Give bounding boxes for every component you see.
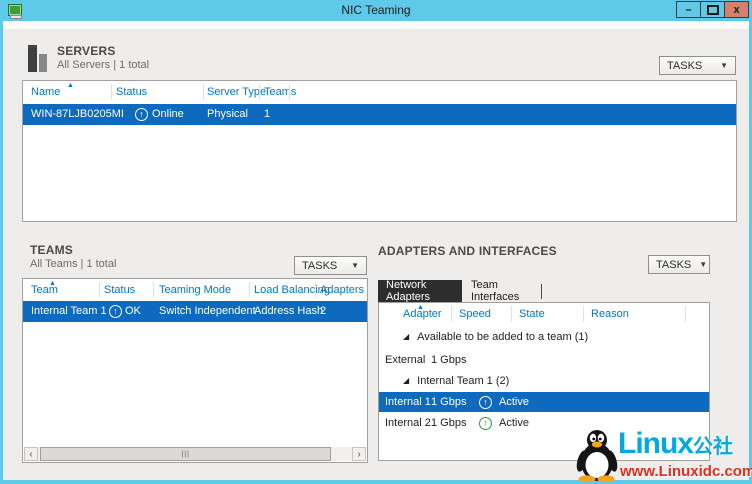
adapter-state: Active: [499, 417, 529, 429]
maximize-button[interactable]: [700, 1, 725, 18]
tab-network-adapters[interactable]: Network Adapters: [378, 279, 462, 303]
servers-col-name[interactable]: Name: [31, 86, 60, 98]
team-row[interactable]: Internal Team 1 ↑ OK Switch Independent …: [23, 301, 367, 322]
teams-grid: Team ▲ Status Teaming Mode Load Balancin…: [22, 278, 368, 463]
scrollbar-thumb[interactable]: |||: [40, 447, 332, 461]
adapters-col-reason[interactable]: Reason: [591, 308, 629, 320]
servers-grid: Name ▲ Status Server Type Teams WIN-87LJ…: [22, 80, 737, 222]
tux-penguin-icon: [576, 430, 618, 482]
adapter-speed: 1 Gbps: [431, 417, 467, 429]
sort-ascending-icon: ▲: [49, 280, 56, 287]
scroll-left-icon: ‹: [29, 448, 33, 460]
watermark-url: www.Linuxidc.com: [620, 463, 752, 480]
servers-tasks-button[interactable]: TASKS ▼: [659, 56, 736, 75]
tab-team-interfaces[interactable]: Team Interfaces: [463, 279, 539, 303]
server-row[interactable]: WIN-87LJB0205MI ↑ Online Physical 1: [23, 104, 736, 125]
adapters-col-state[interactable]: State: [519, 308, 545, 320]
adapters-title: ADAPTERS AND INTERFACES: [378, 244, 557, 258]
status-up-circle-icon: ↑: [479, 417, 492, 430]
status-up-circle-icon: ↑: [135, 108, 148, 121]
teams-col-load-balancing[interactable]: Load Balancing: [254, 284, 330, 296]
chevron-down-icon: ▼: [351, 261, 359, 270]
close-icon: x: [733, 3, 740, 16]
team-teaming-mode: Switch Independent: [159, 305, 256, 317]
scroll-right-button[interactable]: ›: [352, 447, 366, 461]
titlebar: NIC Teaming – x: [0, 0, 752, 21]
adapters-tasks-button[interactable]: TASKS ▼: [648, 255, 710, 274]
adapter-row[interactable]: Internal 1 1 Gbps ↑ Active: [379, 392, 709, 412]
servers-subtitle: All Servers | 1 total: [57, 59, 150, 71]
chevron-down-icon: ▼: [699, 260, 708, 269]
chevron-down-icon: ▼: [720, 61, 728, 70]
adapter-row[interactable]: External 1 Gbps: [379, 350, 709, 367]
group-expanded-icon: ◢: [403, 376, 410, 385]
window-title: NIC Teaming: [341, 3, 411, 17]
teams-tasks-button[interactable]: TASKS ▼: [294, 256, 367, 275]
servers-col-server-type[interactable]: Server Type: [207, 86, 266, 98]
nic-teaming-window: NIC Teaming – x SERVERS All Servers | 1 …: [0, 0, 752, 484]
scroll-left-button[interactable]: ‹: [24, 447, 38, 461]
teams-title: TEAMS: [30, 243, 73, 257]
adapters-col-speed[interactable]: Speed: [459, 308, 491, 320]
minimize-button[interactable]: –: [676, 1, 701, 18]
servers-icon: [28, 45, 48, 72]
close-button[interactable]: x: [724, 1, 749, 18]
scroll-right-icon: ›: [357, 448, 361, 460]
linuxidc-watermark: Linux公社 www.Linuxidc.com: [574, 428, 752, 482]
sort-ascending-icon: ▲: [67, 82, 74, 89]
teams-subtitle: All Teams | 1 total: [30, 258, 117, 270]
status-up-circle-icon: ↑: [479, 396, 492, 409]
team-name: Internal Team 1: [31, 305, 107, 317]
scrollbar-track[interactable]: |||: [40, 447, 350, 461]
servers-col-teams[interactable]: Teams: [264, 86, 296, 98]
window-controls: – x: [676, 1, 749, 18]
teams-col-teaming-mode[interactable]: Teaming Mode: [159, 284, 231, 296]
group-internal-team-1[interactable]: ◢ Internal Team 1 (2): [403, 375, 509, 387]
adapter-state: Active: [499, 396, 529, 408]
team-status: OK: [125, 305, 141, 317]
servers-title: SERVERS: [57, 44, 116, 58]
adapter-name: Internal 1: [385, 396, 431, 408]
server-name: WIN-87LJB0205MI: [31, 108, 124, 120]
horizontal-scrollbar[interactable]: ‹ ||| ›: [24, 447, 366, 461]
server-teams-count: 1: [264, 108, 271, 120]
watermark-brand: Linux公社: [618, 427, 733, 460]
server-status: Online: [152, 108, 184, 120]
adapter-name: External: [385, 354, 426, 366]
team-adapters-count: 2: [320, 305, 327, 317]
teams-col-adapters[interactable]: Adapters: [320, 284, 364, 296]
maximize-icon: [706, 4, 719, 15]
group-expanded-icon: ◢: [403, 332, 410, 341]
teams-col-status[interactable]: Status: [104, 284, 135, 296]
status-up-circle-icon: ↑: [109, 305, 122, 318]
adapter-speed: 1 Gbps: [431, 396, 467, 408]
minimize-icon: –: [685, 3, 692, 16]
scrollbar-grip-icon: |||: [181, 450, 190, 458]
team-load-balancing: Address Hash: [254, 305, 324, 317]
server-type: Physical: [207, 108, 248, 120]
adapter-name: Internal 2: [385, 417, 431, 429]
sort-ascending-icon: ▲: [417, 304, 424, 311]
group-available[interactable]: ◢ Available to be added to a team (1): [403, 331, 588, 343]
adapter-speed: 1 Gbps: [431, 354, 467, 366]
servers-col-status[interactable]: Status: [116, 86, 147, 98]
